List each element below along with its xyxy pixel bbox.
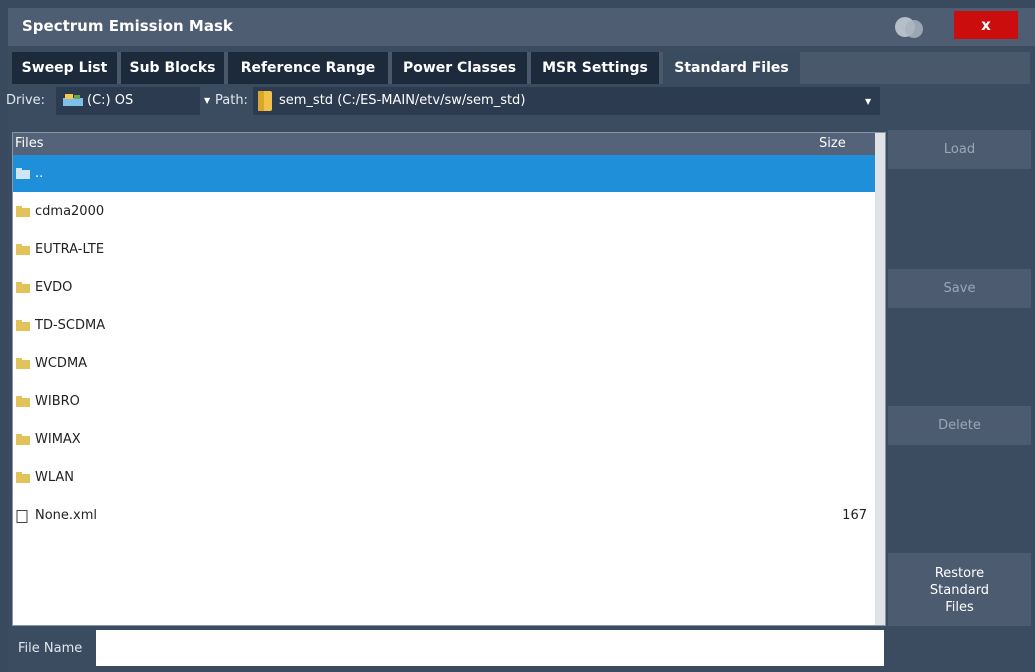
path-value: sem_std (C:/ES-MAIN/etv/sw/sem_std) [279,93,526,108]
list-item[interactable]: TD-SCDMA [13,307,875,344]
drive-path-row: Drive: (C:) OS ▼ Path: sem_std (C:/ES-MA… [4,85,880,117]
drive-select[interactable]: (C:) OS [56,87,200,115]
file-name-cell: WIBRO [35,394,80,409]
folder-icon [16,472,30,487]
restore-label-line1: Restore [934,566,985,581]
file-list-header: Files Size [13,133,875,155]
drive-value: (C:) OS [87,93,134,108]
file-name-cell: WCDMA [35,356,88,371]
file-name-cell: None.xml [35,508,98,523]
load-button[interactable]: Load [888,130,1031,169]
folder-icon [16,434,30,449]
file-name-cell: EVDO [35,280,73,295]
tab-sub-blocks[interactable]: Sub Blocks [121,52,224,84]
delete-button[interactable]: Delete [888,406,1031,445]
folder-icon [16,244,30,259]
path-label: Path: [215,93,248,108]
list-item[interactable]: WLAN [13,459,875,496]
list-item[interactable]: WCDMA [13,345,875,382]
folder-icon [16,358,30,373]
save-button[interactable]: Save [888,269,1031,308]
path-select[interactable]: sem_std (C:/ES-MAIN/etv/sw/sem_std) ▼ [253,87,880,115]
list-item[interactable]: None.xml 167 [13,497,875,534]
tab-power-classes[interactable]: Power Classes [392,52,527,84]
drive-label: Drive: [6,93,46,108]
tab-sweep-list[interactable]: Sweep List [12,52,117,84]
file-size-cell: 167 [842,508,867,523]
file-list[interactable]: Files Size .. cdma2000 EUTRA-LTE EVDO TD-SCD… [12,132,886,626]
list-item[interactable]: WIMAX [13,421,875,458]
restore-standard-files-button[interactable]: Restore Standard Files [888,553,1031,626]
file-name-label: File Name [18,641,83,656]
list-item[interactable]: EVDO [13,269,875,306]
list-item[interactable]: WIBRO [13,383,875,420]
window-icon [893,14,927,40]
tab-bar: Sweep List Sub Blocks Reference Range Po… [12,52,1030,84]
scrollbar[interactable] [875,133,885,625]
tab-reference-range[interactable]: Reference Range [228,52,388,84]
file-name-cell: WLAN [35,470,75,485]
restore-label-line3: Files [945,600,974,615]
file-icon [16,510,28,527]
file-name-cell: .. [35,166,44,181]
drive-icon [62,92,84,112]
file-name-input[interactable] [96,630,884,666]
drive-dropdown-arrow-icon[interactable]: ▼ [204,96,210,105]
close-button[interactable]: x [954,11,1018,39]
list-item[interactable]: .. [13,155,875,192]
restore-label-line2: Standard [929,583,990,598]
column-header-files[interactable]: Files [15,136,44,151]
tab-standard-files[interactable]: Standard Files [663,52,800,84]
folder-icon [257,90,273,116]
folder-icon [16,396,30,411]
folder-icon [16,206,30,221]
tab-msr-settings[interactable]: MSR Settings [531,52,659,84]
list-item[interactable]: EUTRA-LTE [13,231,875,268]
column-header-size[interactable]: Size [819,136,846,151]
folder-icon [16,168,30,183]
file-name-cell: TD-SCDMA [35,318,106,333]
folder-icon [16,282,30,297]
file-name-cell: EUTRA-LTE [35,242,105,257]
dialog-title: Spectrum Emission Mask [22,17,233,35]
file-name-cell: WIMAX [35,432,81,447]
file-name-cell: cdma2000 [35,204,105,219]
folder-icon [16,320,30,335]
title-bar: Spectrum Emission Mask x [8,8,1035,46]
path-dropdown-arrow-icon[interactable]: ▼ [865,97,871,106]
list-item[interactable]: cdma2000 [13,193,875,230]
